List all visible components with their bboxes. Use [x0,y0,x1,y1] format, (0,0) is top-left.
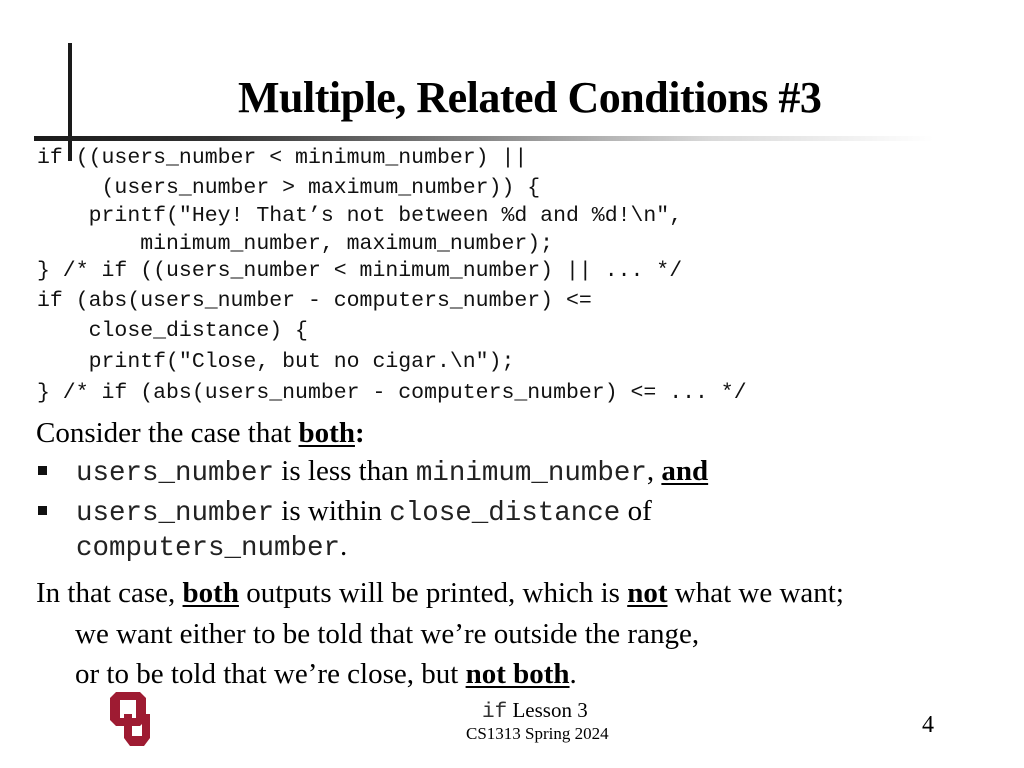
consider-heading: Consider the case that both: [36,417,365,449]
code-line: printf("Close, but no cigar.\n"); [37,350,515,374]
ou-logo-icon [110,692,150,746]
code-line: minimum_number, maximum_number); [37,232,554,256]
code-line: close_distance) { [37,319,308,343]
code-line: (users_number > maximum_number)) { [37,176,541,200]
code-line: printf("Hey! That’s not between %d and %… [37,204,683,228]
bullet-square-icon [38,506,47,515]
conclusion-line-1: In that case, both outputs will be print… [36,577,844,609]
bullet-item: users_number is less than minimum_number… [76,455,709,489]
footer-course: CS1313 Spring 2024 [466,724,609,743]
emphasis-both: both [298,417,355,449]
conclusion-line-2: we want either to be told that we’re out… [75,618,700,650]
bullet-item-continuation: computers_number. [76,530,348,564]
emphasis-not-both: not both [465,658,570,690]
conclusion-line-3: or to be told that we’re close, but not … [75,658,577,690]
page-number: 4 [922,712,934,738]
code-line: } /* if ((users_number < minimum_number)… [37,259,683,283]
emphasis-and: and [661,455,709,487]
footer-lesson: if Lesson 3 [482,698,588,724]
emphasis-both: both [182,577,239,609]
bullet-square-icon [38,466,47,475]
slide-title: Multiple, Related Conditions #3 [238,73,822,122]
emphasis-not: not [627,577,668,609]
bullet-item: users_number is within close_distance of [76,495,652,529]
title-horizontal-rule [34,136,934,141]
code-line: } /* if (abs(users_number - computers_nu… [37,381,747,405]
code-line: if ((users_number < minimum_number) || [37,146,528,170]
code-line: if (abs(users_number - computers_number)… [37,289,592,313]
